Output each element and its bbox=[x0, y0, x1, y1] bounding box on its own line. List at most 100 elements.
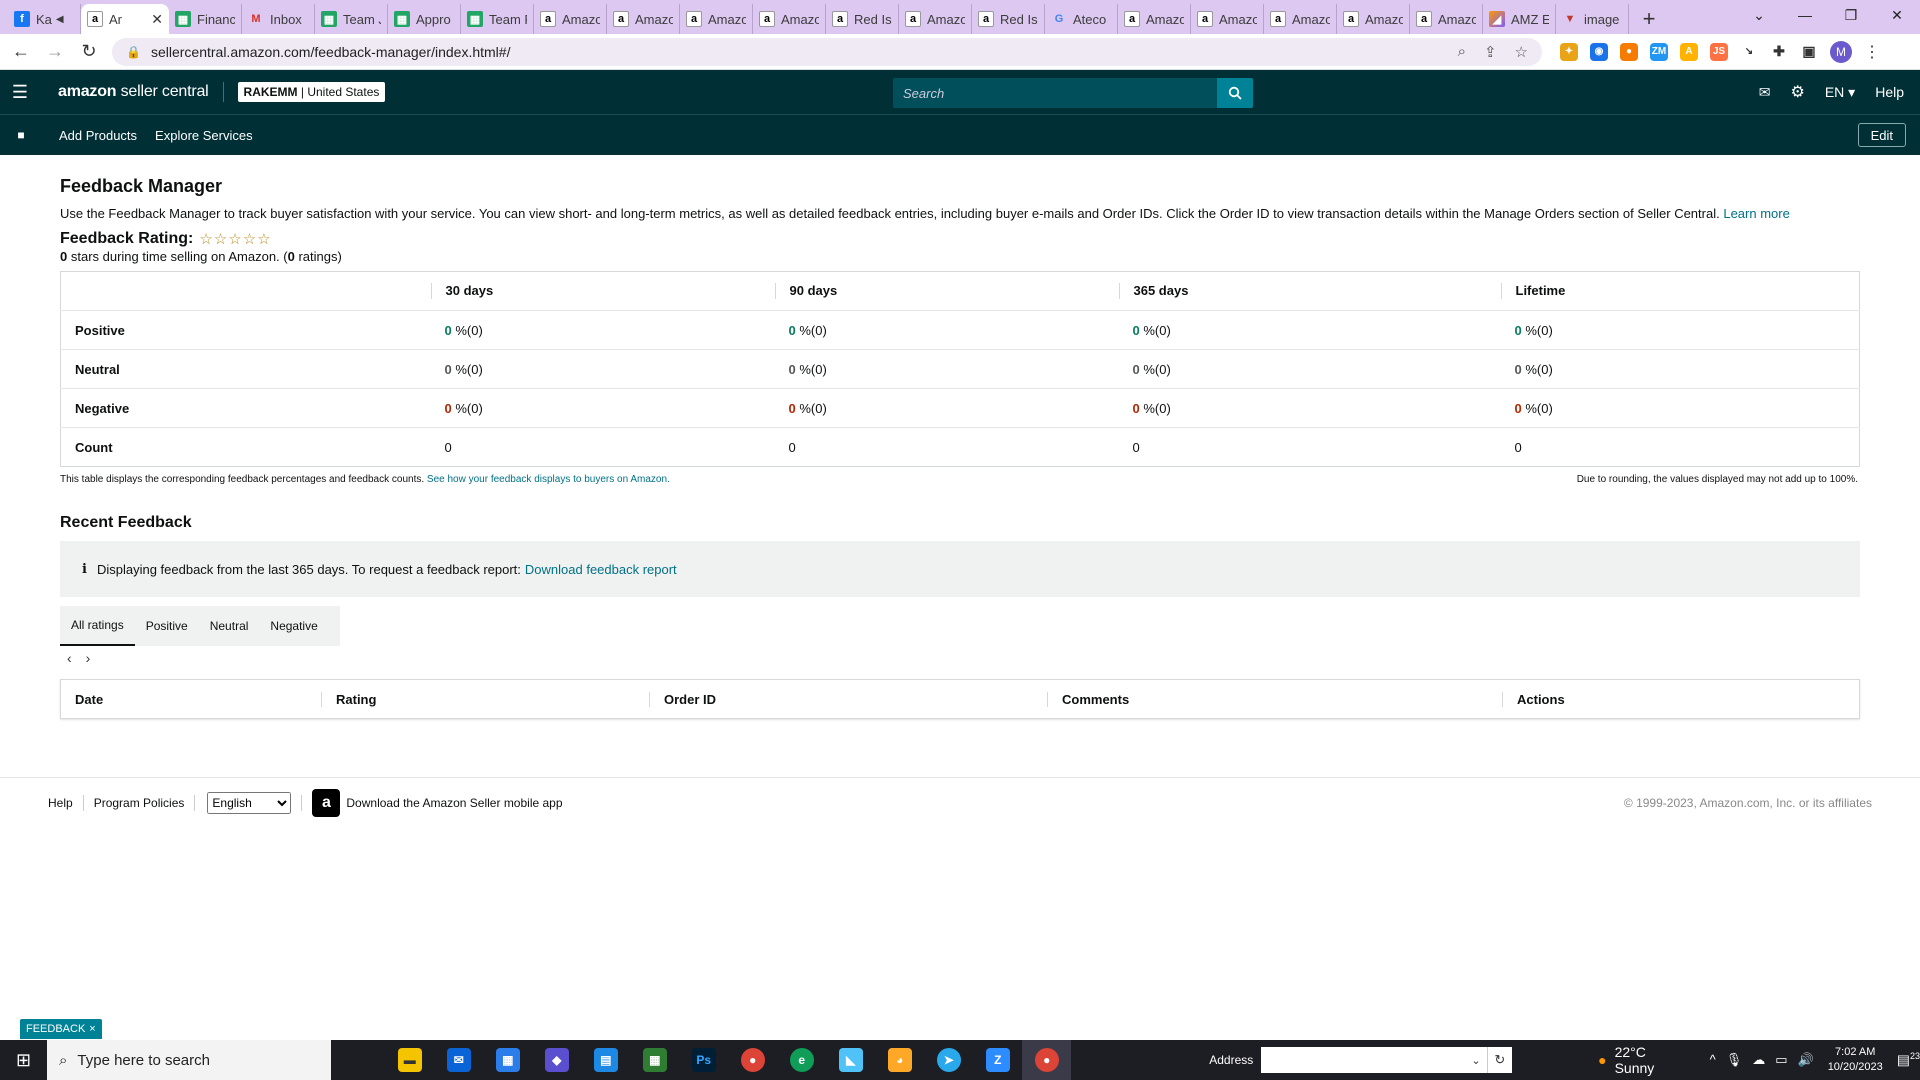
account-switcher[interactable]: RAKEMM | United States bbox=[237, 82, 386, 102]
mail-icon[interactable]: ✉ bbox=[1759, 84, 1771, 101]
program-policies-link[interactable]: Program Policies bbox=[94, 796, 185, 810]
download-app-link[interactable]: Download the Amazon Seller mobile app bbox=[346, 796, 562, 810]
browser-tab[interactable]: a Red Is bbox=[972, 4, 1045, 34]
browser-tab[interactable]: a Red Is bbox=[826, 4, 899, 34]
browser-tab[interactable]: a Amazo bbox=[753, 4, 826, 34]
search-input[interactable]: Search bbox=[893, 78, 1217, 108]
browser-tab[interactable]: ▦ Financ bbox=[169, 4, 242, 34]
store-icon[interactable]: ▦ bbox=[483, 1040, 532, 1080]
extension-icon[interactable]: ◉ bbox=[1590, 42, 1608, 61]
extension-icon[interactable]: ✦ bbox=[1560, 42, 1578, 61]
address-go-button[interactable]: ↻ bbox=[1486, 1047, 1513, 1073]
column-order-id[interactable]: Order ID bbox=[649, 691, 1047, 707]
browser-tab[interactable]: a Amazo bbox=[607, 4, 680, 34]
mail-app-icon[interactable]: ✉ bbox=[434, 1040, 483, 1080]
weather-widget[interactable]: ● 22°C Sunny bbox=[1598, 1044, 1687, 1076]
chevron-up-icon[interactable]: ^ bbox=[1710, 1052, 1716, 1068]
tab-search-icon[interactable]: ⌄ bbox=[1736, 0, 1782, 30]
browser-tab[interactable]: a Amazo bbox=[680, 4, 753, 34]
onedrive-icon[interactable]: ☁ bbox=[1752, 1052, 1765, 1068]
column-actions[interactable]: Actions bbox=[1502, 691, 1565, 707]
address-toolbar-input[interactable]: ⌄ bbox=[1261, 1047, 1487, 1073]
windows-start-icon[interactable]: ⊞ bbox=[0, 1050, 47, 1071]
back-button[interactable]: ← bbox=[4, 35, 38, 69]
column-date[interactable]: Date bbox=[61, 692, 321, 707]
minimize-button[interactable]: — bbox=[1782, 0, 1828, 30]
download-feedback-report-link[interactable]: Download feedback report bbox=[525, 562, 677, 577]
extension-icon[interactable]: ↘ bbox=[1740, 42, 1758, 61]
share-icon[interactable]: ⇪ bbox=[1484, 43, 1497, 61]
puzzle-icon[interactable]: ✚ bbox=[1770, 42, 1788, 61]
extension-icon[interactable]: ZM bbox=[1650, 42, 1668, 61]
forward-button[interactable]: → bbox=[38, 35, 72, 69]
app-icon[interactable]: ◕ bbox=[875, 1040, 924, 1080]
taskbar-search[interactable]: ⌕ Type here to search bbox=[47, 1040, 332, 1080]
close-tab-icon[interactable]: ✕ bbox=[151, 11, 163, 28]
browser-tab[interactable]: ▦ Team F bbox=[461, 4, 534, 34]
amazon-app-icon[interactable]: a bbox=[312, 788, 341, 817]
new-tab-button[interactable]: + bbox=[1629, 4, 1669, 34]
taskbar-clock[interactable]: 7:02 AM 10/20/2023 bbox=[1828, 1045, 1883, 1075]
browser-tab[interactable]: ▦ Team J bbox=[315, 4, 388, 34]
edge-icon[interactable]: e bbox=[777, 1040, 826, 1080]
close-window-button[interactable]: ✕ bbox=[1874, 0, 1920, 30]
notification-center-icon[interactable]: ▤23 bbox=[1897, 1051, 1920, 1069]
feedback-display-link[interactable]: See how your feedback displays to buyers… bbox=[427, 474, 670, 485]
maximize-button[interactable]: ❐ bbox=[1828, 0, 1874, 30]
chrome-menu-icon[interactable]: ⋮ bbox=[1864, 42, 1880, 62]
microphone-icon[interactable]: 🎙 bbox=[1726, 1052, 1743, 1068]
volume-icon[interactable]: 🔊 bbox=[1798, 1052, 1814, 1068]
browser-tab[interactable]: a Amazo bbox=[1410, 4, 1483, 34]
amazon-seller-central-logo[interactable]: amazon seller central bbox=[58, 83, 209, 101]
calculator-icon[interactable]: ▦ bbox=[630, 1040, 679, 1080]
extension-icon[interactable]: ● bbox=[1620, 42, 1638, 61]
help-link[interactable]: Help bbox=[1875, 84, 1904, 100]
browser-tab[interactable]: a Amazo bbox=[1118, 4, 1191, 34]
network-icon[interactable]: ▭ bbox=[1775, 1052, 1787, 1068]
feedback-tab-button[interactable]: FEEDBACK × bbox=[20, 1019, 102, 1039]
reload-button[interactable]: ↻ bbox=[72, 35, 106, 69]
chevron-left-icon[interactable]: ‹ bbox=[67, 650, 72, 666]
sidepanel-icon[interactable]: ▣ bbox=[1800, 42, 1818, 61]
profile-avatar[interactable]: M bbox=[1830, 40, 1852, 63]
chrome-active-icon[interactable]: ● bbox=[1022, 1040, 1072, 1080]
lock-icon[interactable]: 🔒 bbox=[126, 45, 141, 59]
file-explorer-icon[interactable]: ▬ bbox=[385, 1040, 434, 1080]
browser-tab[interactable]: a Amazo bbox=[534, 4, 607, 34]
tab-neutral[interactable]: Neutral bbox=[199, 606, 260, 646]
search-button[interactable] bbox=[1217, 78, 1253, 108]
url-bar[interactable]: 🔒 sellercentral.amazon.com/feedback-mana… bbox=[112, 37, 1542, 66]
tab-positive[interactable]: Positive bbox=[135, 606, 199, 646]
browser-tab[interactable]: a Amazo bbox=[1337, 4, 1410, 34]
learn-more-link[interactable]: Learn more bbox=[1723, 206, 1789, 221]
browser-tab[interactable]: ◢ AMZ E bbox=[1483, 4, 1556, 34]
app-icon[interactable]: ◆ bbox=[532, 1040, 581, 1080]
extension-icon[interactable]: JS bbox=[1710, 42, 1728, 61]
telegram-icon[interactable]: ➤ bbox=[924, 1040, 973, 1080]
language-selector[interactable]: EN ▾ bbox=[1825, 84, 1855, 101]
column-comments[interactable]: Comments bbox=[1047, 691, 1502, 707]
tab-negative[interactable]: Negative bbox=[259, 606, 328, 646]
browser-tab[interactable]: a Amazo bbox=[1264, 4, 1337, 34]
bookmark-star-icon[interactable]: ☆ bbox=[1515, 43, 1528, 61]
app-icon[interactable]: ▤ bbox=[581, 1040, 630, 1080]
browser-tab[interactable]: a Amazo bbox=[899, 4, 972, 34]
browser-tab[interactable]: M Inbox bbox=[242, 4, 315, 34]
close-icon[interactable]: × bbox=[89, 1023, 95, 1035]
photoshop-icon[interactable]: Ps bbox=[679, 1040, 728, 1080]
column-rating[interactable]: Rating bbox=[321, 691, 649, 707]
chrome-icon[interactable]: ● bbox=[728, 1040, 777, 1080]
tab-all-ratings[interactable]: All ratings bbox=[60, 606, 135, 646]
browser-tab[interactable]: ▦ Appro bbox=[388, 4, 461, 34]
explore-services-link[interactable]: Explore Services bbox=[155, 128, 253, 143]
zoom-app-icon[interactable]: Z bbox=[973, 1040, 1022, 1080]
footer-language-select[interactable]: English bbox=[207, 791, 292, 814]
zoom-icon[interactable]: ⌕ bbox=[1458, 43, 1466, 61]
extension-icon[interactable]: A bbox=[1680, 42, 1698, 61]
browser-tab[interactable]: f Ka ◀ bbox=[8, 4, 81, 34]
chevron-right-icon[interactable]: › bbox=[86, 650, 91, 666]
bookmark-icon[interactable]: ■ bbox=[0, 128, 42, 142]
browser-tab[interactable]: a Ar ✕ bbox=[81, 4, 169, 34]
footer-help-link[interactable]: Help bbox=[48, 796, 73, 810]
browser-tab[interactable]: G Ateco bbox=[1045, 4, 1118, 34]
